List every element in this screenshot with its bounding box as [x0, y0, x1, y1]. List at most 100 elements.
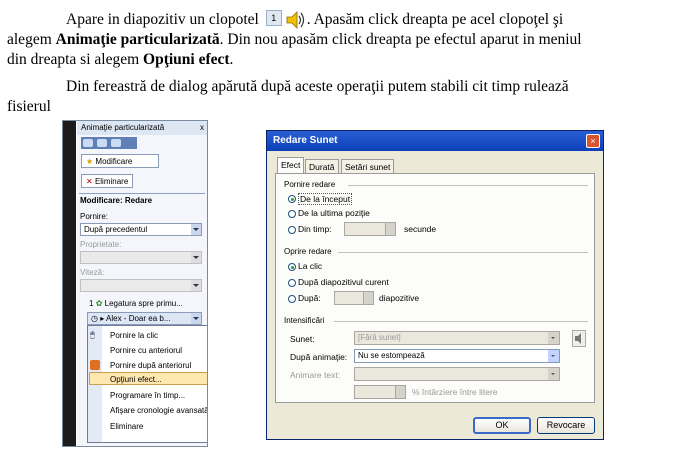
- text-run: . Apasăm click dreapta pe acel clopoţel …: [306, 11, 564, 28]
- modify-heading: Modificare: Redare: [80, 196, 153, 205]
- radio-after-current-slide[interactable]: [288, 279, 296, 287]
- item-label: Legatura spre primu...: [104, 299, 183, 308]
- home-icon[interactable]: [111, 139, 121, 147]
- star-icon: ★: [86, 157, 94, 166]
- radio-from-beginning[interactable]: [288, 195, 296, 203]
- animate-text-label: Animare text:: [290, 370, 341, 380]
- panel-nav-bar: [81, 137, 137, 149]
- sound-select: [Fără sunet]: [354, 331, 560, 345]
- divider: [79, 193, 205, 194]
- chevron-down-icon: [548, 332, 559, 344]
- tab-timing[interactable]: Durată: [305, 159, 339, 173]
- back-icon[interactable]: [83, 139, 93, 147]
- item-label: Alex - Doar ea b...: [106, 314, 171, 323]
- context-menu: 🖱 Pornire la clic Pornire cu anteriorul …: [87, 325, 207, 443]
- tab-sound-settings[interactable]: Setări sunet: [341, 159, 395, 173]
- menu-item-start-with-previous[interactable]: Pornire cu anteriorul: [110, 346, 182, 355]
- group-line: [338, 252, 588, 253]
- label-after-slides: După:: [298, 293, 321, 303]
- radio-on-click[interactable]: [288, 263, 296, 271]
- tab-panel: Pornire redare De la început De la ultim…: [275, 173, 595, 403]
- group-start-playing: Pornire redare: [284, 180, 336, 189]
- sound-label: Sunet:: [290, 334, 315, 344]
- menu-item-start-on-click[interactable]: Pornire la clic: [110, 331, 158, 340]
- panel-title-text: Animaţie particularizată: [81, 123, 165, 132]
- forward-icon[interactable]: [97, 139, 107, 147]
- remove-icon: ✕: [86, 177, 93, 186]
- modify-button[interactable]: ★ Modificare: [81, 154, 159, 168]
- spinner-icon: [363, 292, 373, 304]
- clock-icon: ◷: [91, 314, 98, 323]
- animate-text-select: [354, 367, 560, 381]
- play-icon: ▸: [100, 314, 105, 323]
- chevron-down-icon: [191, 280, 201, 291]
- text-run: . Din nou apasăm click dreapta pe efectu…: [219, 31, 582, 48]
- cancel-button[interactable]: Revocare: [537, 417, 595, 434]
- list-item-selected[interactable]: ◷ ▸ Alex - Doar ea b...: [87, 312, 202, 325]
- paragraph-line: Apare in diapozitiv un clopotel 1 . Apas…: [66, 10, 563, 30]
- label-from-last-position: De la ultima poziţie: [298, 208, 370, 218]
- property-label: Proprietate:: [80, 240, 122, 249]
- paragraph-line: din dreapta si alegem Opţiuni efect.: [7, 50, 233, 70]
- custom-animation-panel: Animaţie particularizată x ★ Modificare ✕…: [62, 120, 208, 447]
- dialog-title-bar: Redare Sunet: [267, 131, 603, 151]
- speaker-icon: [286, 11, 304, 30]
- bold-term: Opţiuni efect: [143, 51, 230, 68]
- ok-button[interactable]: OK: [473, 417, 531, 434]
- remove-button[interactable]: ✕ Eliminare: [81, 174, 133, 188]
- close-button[interactable]: ×: [586, 134, 600, 148]
- property-select: [80, 251, 202, 264]
- speaker-icon: [575, 333, 581, 344]
- seconds-unit: secunde: [404, 224, 437, 234]
- radio-after-slides[interactable]: [288, 295, 296, 303]
- paragraph-line: Din fereastră de dialog apărută după ace…: [66, 78, 569, 95]
- modify-button-label: Modificare: [95, 157, 133, 166]
- start-select[interactable]: După precedentul: [80, 223, 202, 236]
- item-number: 1: [89, 299, 94, 308]
- speed-select: [80, 279, 202, 292]
- sound-select-value: [Fără sunet]: [358, 333, 401, 342]
- trigger-icon: ✿: [95, 299, 103, 308]
- menu-item-effect-options[interactable]: Opţiuni efect...: [110, 375, 162, 384]
- label-on-click: La clic: [298, 261, 323, 271]
- menu-item-advanced-timeline[interactable]: Afişare cronologie avansată: [110, 406, 207, 415]
- radio-from-time[interactable]: [288, 226, 296, 234]
- stop-slides-field: [334, 291, 374, 305]
- menu-item-timing[interactable]: Programare în timp...: [110, 391, 185, 400]
- letter-delay-field: [354, 385, 406, 399]
- paragraph-line: alegem Animaţie particularizată. Din nou…: [7, 30, 582, 50]
- text-run: din dreapta si alegem: [7, 51, 144, 68]
- list-item[interactable]: 1 ✿ Legatura spre primu...: [89, 299, 183, 308]
- slide-number-badge: 1: [265, 10, 282, 26]
- group-line: [334, 321, 588, 322]
- text-run: .: [229, 51, 234, 68]
- group-stop-playing: Oprire redare: [284, 247, 332, 256]
- volume-button[interactable]: [572, 330, 586, 347]
- menu-item-remove[interactable]: Eliminare: [110, 422, 143, 431]
- label-from-time: Din timp:: [298, 224, 332, 234]
- chevron-down-icon[interactable]: [191, 313, 201, 324]
- menu-item-start-after-previous[interactable]: Pornire după anteriorul: [110, 361, 191, 370]
- chevron-down-icon: [191, 224, 201, 235]
- mouse-icon: 🖱: [90, 330, 95, 339]
- close-icon[interactable]: x: [200, 121, 204, 135]
- after-animation-label: După animaţie:: [290, 352, 348, 362]
- panel-title: Animaţie particularizată x: [77, 121, 207, 135]
- spinner-icon: [395, 386, 405, 398]
- label-after-current-slide: După diapozitivul curent: [298, 277, 389, 287]
- panel-left-edge: [63, 121, 76, 446]
- panel-body: Animaţie particularizată x ★ Modificare ✕…: [77, 121, 207, 446]
- letter-delay-label: % întârziere între litere: [412, 387, 498, 397]
- after-animation-select[interactable]: Nu se estompează: [354, 349, 560, 363]
- speed-label: Viteză:: [80, 268, 105, 277]
- after-animation-value: Nu se estompează: [358, 351, 425, 360]
- radio-from-last-position[interactable]: [288, 210, 296, 218]
- start-label: Pornire:: [80, 212, 109, 221]
- chevron-down-icon: [548, 350, 559, 362]
- start-time-field: [344, 222, 396, 236]
- label-from-beginning: De la început: [298, 193, 353, 205]
- spinner-icon: [385, 223, 395, 235]
- chevron-down-icon: [548, 368, 559, 380]
- tab-effect[interactable]: Efect: [277, 157, 305, 174]
- remove-button-label: Eliminare: [94, 177, 129, 186]
